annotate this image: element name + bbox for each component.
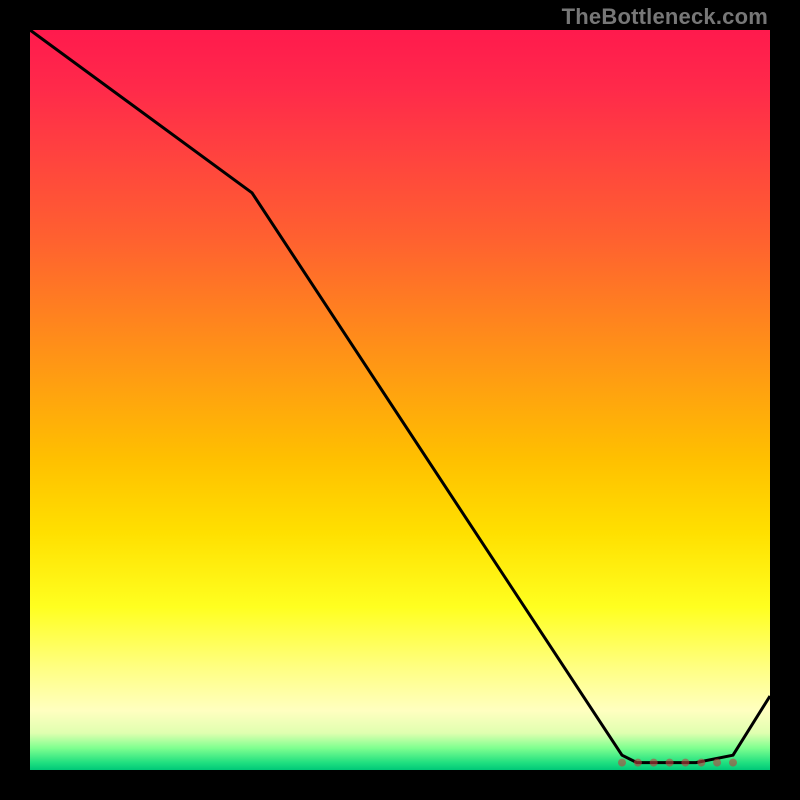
marker-dot bbox=[729, 759, 737, 767]
marker-dot bbox=[634, 759, 642, 767]
chart-frame: TheBottleneck.com bbox=[0, 0, 800, 800]
marker-dot bbox=[618, 759, 626, 767]
line-curve bbox=[30, 30, 770, 770]
marker-dot bbox=[713, 759, 721, 767]
watermark-text: TheBottleneck.com bbox=[562, 4, 768, 30]
marker-dot bbox=[697, 759, 705, 767]
plot-area bbox=[30, 30, 770, 770]
marker-dot bbox=[681, 759, 689, 767]
curve-path bbox=[30, 30, 770, 763]
marker-dot bbox=[666, 759, 674, 767]
marker-dot bbox=[650, 759, 658, 767]
